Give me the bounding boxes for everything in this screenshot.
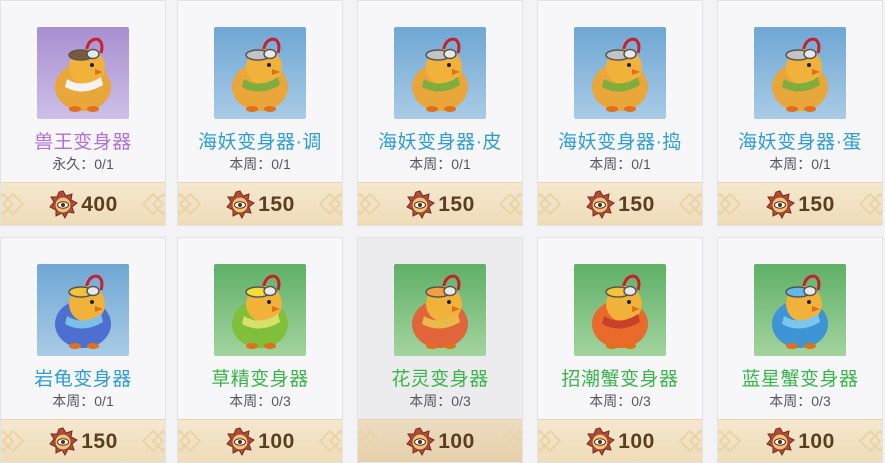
eye-medal-coin-icon [765, 426, 796, 457]
siren-transformer-icon [574, 27, 666, 119]
buy-price-button[interactable]: 100 [178, 419, 342, 462]
purchase-limit: 本周：0/1 [52, 393, 114, 409]
price: 100 [178, 420, 342, 462]
price-value: 150 [618, 192, 655, 216]
price-value: 150 [258, 192, 295, 216]
shop-item-card[interactable]: 海妖变身器·蛋本周：0/1 150 [717, 0, 883, 226]
item-name: 招潮蟹变身器 [561, 369, 679, 390]
price: 400 [1, 183, 165, 225]
buy-price-button[interactable]: 150 [718, 182, 882, 225]
buy-price-button[interactable]: 100 [718, 419, 882, 462]
price-value: 150 [798, 192, 835, 216]
beast-transformer-icon [37, 27, 129, 119]
purchase-limit: 本周：0/3 [409, 393, 471, 409]
price: 100 [538, 420, 702, 462]
price-value: 150 [81, 429, 118, 453]
item-name: 海妖变身器·蛋 [738, 132, 862, 153]
rock-turtle-transformer-icon [37, 264, 129, 356]
shop-item-card[interactable]: 花灵变身器本周：0/3 100 [357, 237, 523, 463]
eye-medal-coin-icon [405, 426, 436, 457]
flower-spirit-transformer-icon [394, 264, 486, 356]
shop-item-card[interactable]: 兽王变身器永久：0/1 400 [0, 0, 166, 226]
purchase-limit: 本周：0/3 [229, 393, 291, 409]
shop-item-card[interactable]: 蓝星蟹变身器本周：0/3 100 [717, 237, 883, 463]
purchase-limit: 本周：0/3 [769, 393, 831, 409]
siren-transformer-icon [214, 27, 306, 119]
buy-price-button[interactable]: 400 [1, 182, 165, 225]
fiddler-crab-transformer-icon [574, 264, 666, 356]
eye-medal-coin-icon [48, 426, 79, 457]
eye-medal-coin-icon [405, 189, 436, 220]
buy-price-button[interactable]: 150 [538, 182, 702, 225]
buy-price-button[interactable]: 150 [358, 182, 522, 225]
buy-price-button[interactable]: 100 [358, 419, 522, 462]
eye-medal-coin-icon [585, 189, 616, 220]
purchase-limit: 本周：0/1 [769, 156, 831, 172]
item-name: 草精变身器 [211, 369, 309, 390]
siren-transformer-icon [754, 27, 846, 119]
item-name: 海妖变身器·皮 [378, 132, 502, 153]
price: 150 [538, 183, 702, 225]
price-value: 100 [438, 429, 475, 453]
price-value: 150 [438, 192, 475, 216]
buy-price-button[interactable]: 150 [178, 182, 342, 225]
grass-spirit-transformer-icon [214, 264, 306, 356]
eye-medal-coin-icon [225, 426, 256, 457]
purchase-limit: 本周：0/3 [589, 393, 651, 409]
price: 150 [178, 183, 342, 225]
item-name: 兽王变身器 [34, 132, 132, 153]
shop-item-card[interactable]: 招潮蟹变身器本周：0/3 100 [537, 237, 703, 463]
purchase-limit: 永久：0/1 [52, 156, 114, 172]
eye-medal-coin-icon [225, 189, 256, 220]
eye-medal-coin-icon [48, 189, 79, 220]
price-value: 100 [258, 429, 295, 453]
siren-transformer-icon [394, 27, 486, 119]
item-name: 花灵变身器 [391, 369, 489, 390]
purchase-limit: 本周：0/1 [589, 156, 651, 172]
eye-medal-coin-icon [765, 189, 796, 220]
shop-item-card[interactable]: 海妖变身器·捣本周：0/1 150 [537, 0, 703, 226]
purchase-limit: 本周：0/1 [409, 156, 471, 172]
price: 100 [718, 420, 882, 462]
price-value: 100 [618, 429, 655, 453]
eye-medal-coin-icon [585, 426, 616, 457]
buy-price-button[interactable]: 100 [538, 419, 702, 462]
purchase-limit: 本周：0/1 [229, 156, 291, 172]
shop-item-card[interactable]: 海妖变身器·调本周：0/1 150 [177, 0, 343, 226]
item-name: 海妖变身器·调 [198, 132, 322, 153]
item-name: 海妖变身器·捣 [558, 132, 682, 153]
shop-item-card[interactable]: 岩龟变身器本周：0/1 150 [0, 237, 166, 463]
blue-star-crab-transformer-icon [754, 264, 846, 356]
shop-item-grid: 兽王变身器 永久：0/1 400 海妖变身器·调 本周：0/1 150 海妖变身器·皮 本周：… [0, 0, 885, 463]
price: 100 [358, 420, 522, 462]
item-name: 蓝星蟹变身器 [741, 369, 859, 390]
shop-item-card[interactable]: 草精变身器本周：0/3 100 [177, 237, 343, 463]
price: 150 [358, 183, 522, 225]
shop-item-card[interactable]: 海妖变身器·皮本周：0/1 150 [357, 0, 523, 226]
item-name: 岩龟变身器 [34, 369, 132, 390]
price-value: 100 [798, 429, 835, 453]
price: 150 [718, 183, 882, 225]
price-value: 400 [81, 192, 118, 216]
buy-price-button[interactable]: 150 [1, 419, 165, 462]
price: 150 [1, 420, 165, 462]
